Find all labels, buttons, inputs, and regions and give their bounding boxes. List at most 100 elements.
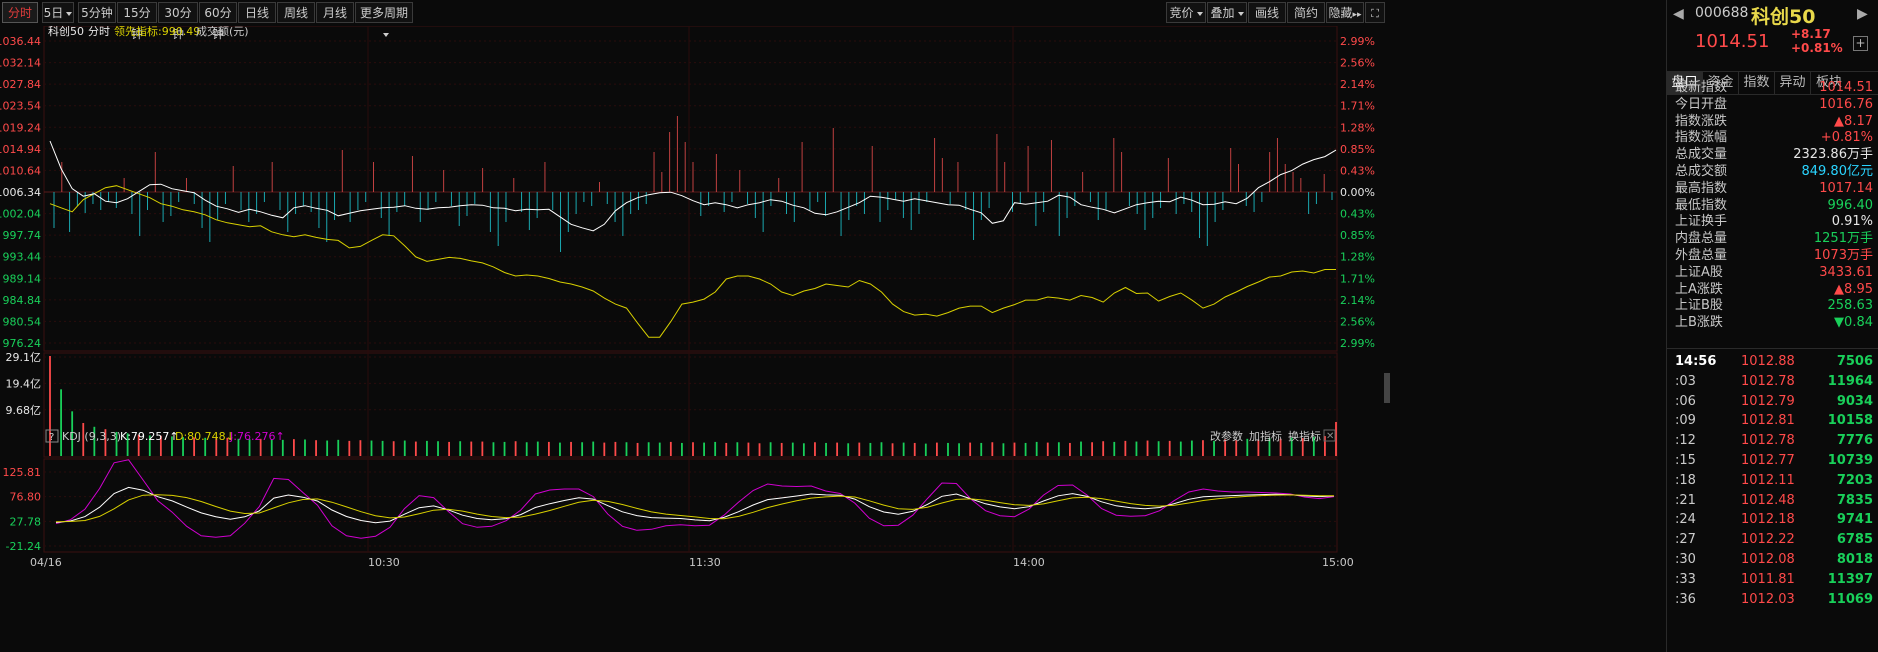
stat-value: +0.81% [1820,130,1873,146]
tick-volume: 7506 [1836,354,1873,369]
volume-bar [947,442,949,456]
price-tick-label: 1036.44 [0,35,41,48]
volume-bar [714,441,717,456]
volume-bar [603,442,606,456]
simple-mode-button[interactable]: 简约 [1287,2,1325,23]
overlay-button[interactable]: 叠加 [1207,2,1247,23]
stat-value: 2323.86万手 [1793,147,1873,163]
volume-bar [1046,442,1049,456]
lead-indicator-line [49,185,1336,338]
percent-tick-label: 1.71% [1340,100,1375,113]
more-periods-dropdown[interactable]: 更多周期 [355,2,413,37]
percent-tick-label: 2.14% [1340,78,1375,91]
tick-volume: 9034 [1836,393,1873,409]
volume-bar [780,442,783,456]
volume-bar [1168,440,1171,456]
kdj-tick-label: 125.81 [3,466,42,479]
stat-row: 最高指数 1017.14 [1675,180,1873,197]
percent-tick-label: 1.28% [1340,251,1375,264]
chevron-down-icon [1237,11,1244,16]
tick-volume: 10158 [1827,413,1873,429]
tick-time: :03 [1675,373,1696,389]
price-tick-label: 1010.64 [0,164,41,177]
time-axis: 04/16 10:30 11:30 14:00 15:00 [30,556,1354,569]
volume-bar [758,443,761,456]
tab-5min[interactable]: 5分钟 [78,2,116,23]
panel-collapse-handle[interactable] [1384,373,1390,403]
volume-bar [60,389,62,456]
tick-price: 1012.08 [1741,552,1795,567]
volume-bar [1024,442,1027,456]
volume-bar [503,441,506,456]
expand-icon[interactable]: ⛶ [1365,2,1385,23]
volume-bar [669,441,672,456]
tab-60min[interactable]: 60分钟 [199,2,237,41]
tick-time: :09 [1675,413,1696,429]
tab-daily[interactable]: 日线 [238,2,276,23]
tick-row: :18 1012.11 7203 [1671,471,1873,490]
current-price: 1014.51 [1695,31,1770,52]
volume-bar [437,441,439,456]
add-indicator-button[interactable]: 加指标 [1249,429,1282,443]
volume-bar [825,442,827,456]
stock-code: 000688 [1695,5,1749,21]
switch-indicator-button[interactable]: 换指标 [1288,429,1321,443]
auction-button[interactable]: 竞价 [1166,2,1206,23]
volume-bar [459,441,462,456]
volume-bar [1146,440,1149,456]
volume-bar [448,441,451,456]
volume-bar [614,441,617,456]
stat-value: 3433.61 [1819,264,1873,280]
volume-bar [1157,441,1160,456]
edit-params-button[interactable]: 改参数 [1210,429,1243,443]
stat-unit: 万手 [1846,147,1873,163]
price-tick-label: 993.44 [3,251,42,264]
stat-value: 849.80亿元 [1801,164,1873,179]
draw-line-button[interactable]: 画线 [1248,2,1286,23]
tab-5day[interactable]: 5日 [42,2,74,23]
percent-axis: 2.99% 2.56% 2.14% 1.71% 1.28% 0.85% 0.43% 0.00%… [1340,35,1375,350]
tick-time: :06 [1675,393,1696,409]
price-change-pct: +0.81% [1791,41,1843,55]
stat-label: 最新指数 [1675,80,1728,95]
stat-label: 总成交额 [1675,164,1728,179]
stock-name: 科创50 [1751,6,1816,28]
tab-intraday[interactable]: 分时 [2,2,38,23]
percent-tick-label: 1.71% [1340,272,1375,285]
tick-price: 1011.81 [1741,571,1795,587]
volume-bar [1246,438,1249,456]
add-watchlist-icon[interactable]: + [1853,36,1868,51]
tick-row: :03 1012.78 11964 [1671,372,1873,391]
time-tick-label: 04/16 [30,556,62,569]
stat-row: 内盘总量 1251万手 [1675,230,1873,247]
volume-bar [1213,440,1215,456]
prev-arrow-icon[interactable]: ◀ [1673,6,1684,22]
tab-monthly[interactable]: 月线 [316,2,354,23]
close-icon-glyph: ✕ [1326,431,1334,442]
volume-bar [403,440,406,456]
tab-30min[interactable]: 30分钟 [158,2,198,41]
volume-bar [791,442,794,456]
tab-weekly[interactable]: 周线 [277,2,315,23]
kdj-tick-label: 27.78 [10,515,42,528]
tab-15min[interactable]: 15分钟 [117,2,157,41]
volume-bar [958,443,960,456]
time-tick-label: 10:30 [368,556,400,569]
volume-bar [681,442,683,456]
tick-price: 1012.18 [1741,512,1795,528]
next-arrow-icon[interactable]: ▶ [1857,6,1868,22]
volume-bar [625,442,628,456]
volume-bar [636,442,639,456]
tick-time: 14:56 [1675,354,1717,369]
percent-tick-label: 0.00% [1340,186,1375,199]
stat-value: ▼0.84 [1834,315,1873,331]
volume-bar [492,442,495,456]
stat-label: 总成交量 [1675,147,1728,163]
hide-button[interactable]: 隐藏▸▸ [1326,2,1364,23]
hide-label: 隐藏 [1328,6,1353,20]
volume-bar [559,442,561,456]
tick-volume: 11069 [1827,591,1873,607]
volume-bar [1135,441,1138,456]
volume-tick-label: 19.4亿 [6,377,42,390]
volume-bar [647,442,650,456]
